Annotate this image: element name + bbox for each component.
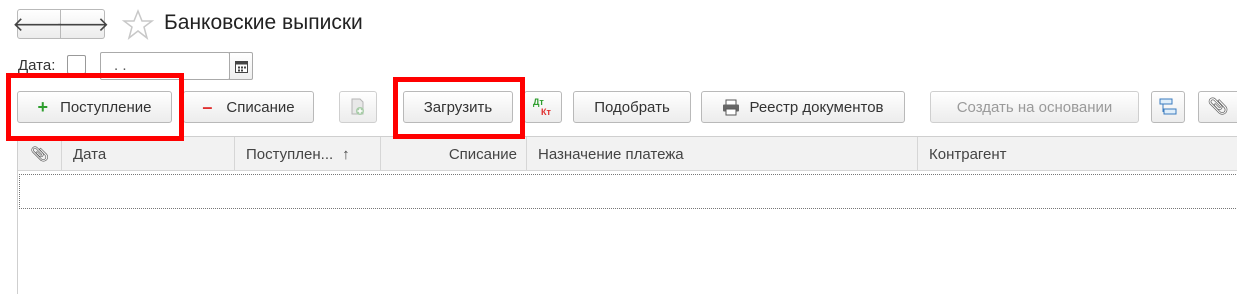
attachments-button[interactable]: 📎︎ <box>1198 91 1237 123</box>
column-date-label: Дата <box>73 145 107 163</box>
column-receipt-label: Поступлен... <box>246 145 334 163</box>
column-attachment[interactable]: 📎︎ <box>18 137 62 171</box>
favorite-star-icon[interactable] <box>121 8 155 42</box>
kt-label: Кт <box>541 107 551 117</box>
column-purpose-label: Назначение платежа <box>538 145 684 163</box>
page-title: Банковские выписки <box>164 11 363 34</box>
back-button[interactable]: 🡐 <box>12 9 66 39</box>
create-based-label: Создать на основании <box>956 98 1113 116</box>
column-receipt[interactable]: Поступлен... ↑ <box>235 137 381 171</box>
calendar-button[interactable] <box>229 52 253 80</box>
registry-button[interactable]: Реестр документов <box>701 91 905 123</box>
date-label: Дата: <box>18 57 56 74</box>
column-counterparty-label: Контрагент <box>929 145 1007 163</box>
copy-document-button[interactable] <box>339 91 377 123</box>
registry-label: Реестр документов <box>749 98 884 116</box>
empty-row-selection[interactable] <box>19 174 1237 209</box>
highlight-receipt <box>6 73 184 141</box>
printer-icon <box>723 99 740 115</box>
create-based-button[interactable]: Создать на основании <box>930 91 1139 123</box>
highlight-load <box>393 77 525 139</box>
column-date[interactable]: Дата <box>62 137 235 171</box>
date-checkbox[interactable] <box>67 55 86 74</box>
select-label: Подобрать <box>594 98 670 116</box>
dt-label: Дт <box>533 97 544 107</box>
column-writeoff-label: Списание <box>448 145 517 163</box>
date-input-value: . . <box>114 57 127 74</box>
column-writeoff[interactable]: Списание <box>381 137 527 171</box>
dt-kt-icon[interactable]: Дт Кт <box>524 91 562 123</box>
select-button[interactable]: Подобрать <box>573 91 691 123</box>
copy-document-icon <box>351 98 364 115</box>
paperclip-icon: 📎︎ <box>1207 97 1229 116</box>
column-counterparty[interactable]: Контрагент <box>918 137 1237 171</box>
forward-button[interactable]: 🡒 <box>56 9 109 39</box>
writeoff-button[interactable]: – Списание <box>183 91 314 123</box>
minus-icon: – <box>202 96 213 117</box>
writeoff-label: Списание <box>226 98 295 116</box>
structure-button[interactable] <box>1151 91 1185 123</box>
structure-icon <box>1159 98 1177 115</box>
calendar-icon <box>234 60 248 73</box>
paperclip-column-icon: 📎︎ <box>29 146 50 163</box>
sort-ascending-icon: ↑ <box>342 145 350 163</box>
column-purpose[interactable]: Назначение платежа <box>527 137 918 171</box>
